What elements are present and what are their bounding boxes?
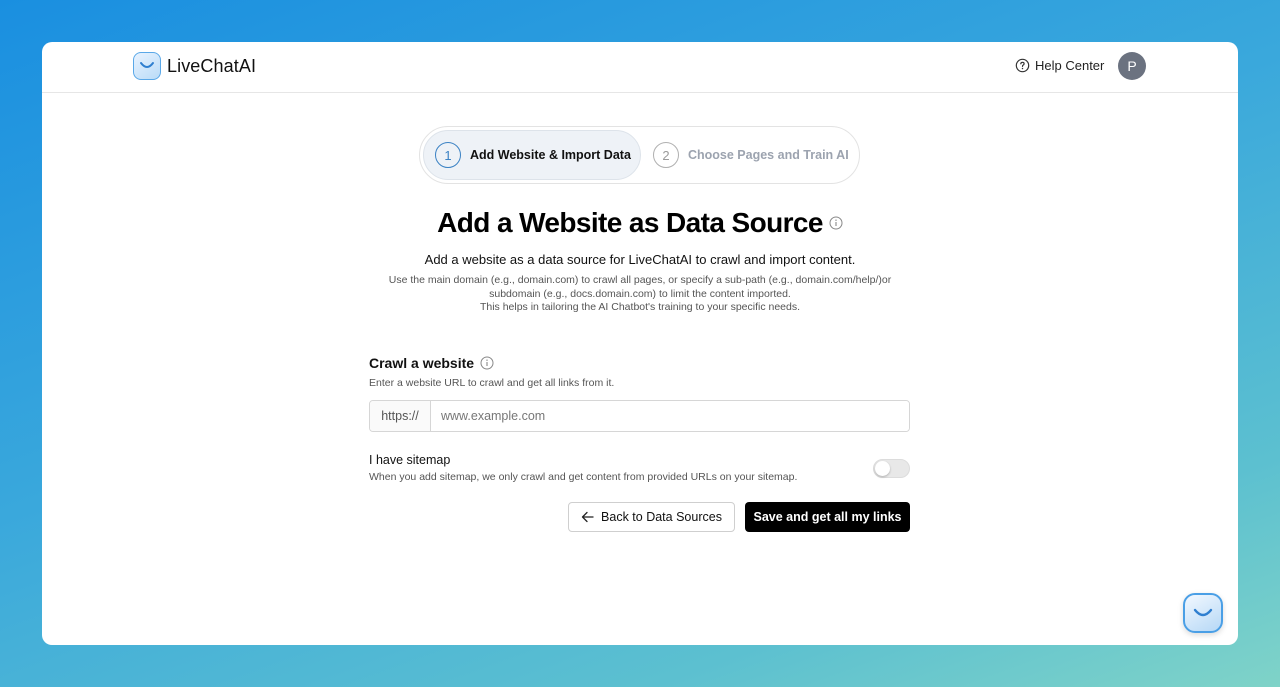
crawl-title: Crawl a website bbox=[369, 355, 475, 371]
step-label: Choose Pages and Train AI bbox=[688, 148, 849, 162]
toggle-knob bbox=[875, 461, 890, 476]
sitemap-title: I have sitemap bbox=[369, 453, 451, 467]
info-icon[interactable] bbox=[480, 356, 494, 370]
back-button-label: Back to Data Sources bbox=[601, 510, 722, 524]
page-subtitle: Add a website as a data source for LiveC… bbox=[424, 252, 856, 267]
help-line: Use the main domain (e.g., domain.com) t… bbox=[388, 274, 892, 286]
website-url-input[interactable] bbox=[431, 401, 909, 431]
page-heading: Add a Website as Data Source bbox=[42, 207, 1238, 239]
info-icon[interactable] bbox=[829, 216, 843, 230]
user-avatar[interactable]: P bbox=[1118, 52, 1146, 80]
website-url-field: https:// bbox=[369, 400, 910, 432]
main-card: LiveChatAI Help Center P 1 Add Website &… bbox=[42, 42, 1238, 645]
smile-chat-icon bbox=[1193, 608, 1213, 617]
back-to-data-sources-button[interactable]: Back to Data Sources bbox=[568, 502, 735, 532]
help-center-link[interactable]: Help Center bbox=[1015, 58, 1104, 73]
help-line: subdomain (e.g., docs.domain.com) to lim… bbox=[489, 287, 791, 300]
step-choose-pages[interactable]: 2 Choose Pages and Train AI bbox=[653, 142, 849, 168]
crawl-description: Enter a website URL to crawl and get all… bbox=[369, 377, 615, 389]
brand-name: LiveChatAI bbox=[167, 55, 257, 76]
help-line: This helps in tailoring the AI Chatbot's… bbox=[479, 301, 801, 313]
sitemap-toggle[interactable] bbox=[873, 459, 910, 478]
crawl-section-title: Crawl a website bbox=[369, 355, 494, 371]
url-prefix: https:// bbox=[370, 401, 431, 431]
brand-logo[interactable]: LiveChatAI bbox=[133, 52, 256, 80]
progress-stepper: 1 Add Website & Import Data 2 Choose Pag… bbox=[419, 126, 860, 184]
arrow-left-icon bbox=[581, 511, 594, 523]
question-circle-icon bbox=[1015, 58, 1030, 73]
step-number: 2 bbox=[653, 142, 679, 168]
help-center-label: Help Center bbox=[1035, 58, 1105, 73]
step-add-website[interactable]: 1 Add Website & Import Data bbox=[423, 130, 641, 180]
page-help-text: Use the main domain (e.g., domain.com) t… bbox=[372, 274, 908, 315]
smile-logo-icon bbox=[133, 52, 161, 80]
chat-widget-launcher[interactable] bbox=[1183, 593, 1223, 633]
step-number: 1 bbox=[435, 142, 461, 168]
sitemap-description: When you add sitemap, we only crawl and … bbox=[369, 471, 798, 483]
page-title: Add a Website as Data Source bbox=[437, 207, 823, 238]
save-and-get-links-button[interactable]: Save and get all my links bbox=[745, 502, 910, 532]
step-label: Add Website & Import Data bbox=[470, 148, 631, 162]
top-bar: LiveChatAI Help Center P bbox=[42, 42, 1238, 93]
